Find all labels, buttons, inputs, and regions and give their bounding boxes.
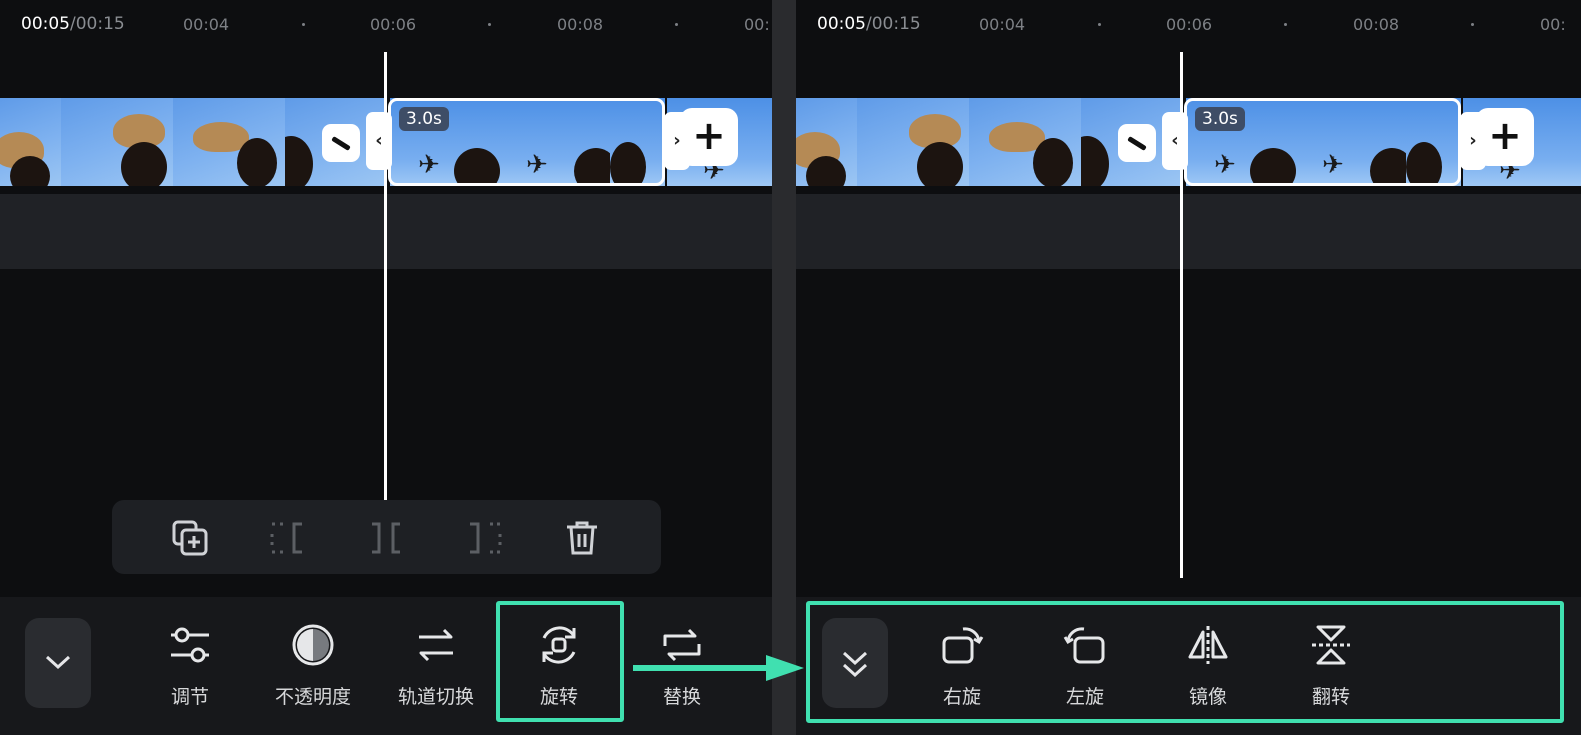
ruler-tick: 00:04 [183, 15, 230, 34]
submenu-highlight-box [806, 601, 1564, 723]
ruler-tick: 00:04 [979, 15, 1026, 34]
ruler-dot [302, 23, 305, 26]
duplicate-icon[interactable] [170, 518, 210, 558]
split-left-icon[interactable] [268, 518, 308, 558]
split-icon[interactable] [366, 518, 406, 558]
ruler-tick: 00:08 [557, 15, 604, 34]
split-right-icon[interactable] [464, 518, 504, 558]
tool-label: 替换 [662, 686, 701, 708]
right-editor-panel: 00:05/00:15 00:04 00:06 00:08 00: ✈ ✈ ✈ … [796, 0, 1581, 735]
ruler-tick: 00: [744, 15, 770, 34]
selected-clip[interactable]: 3.0s [388, 98, 665, 186]
ruler-tick: 00:06 [370, 15, 417, 34]
collapse-toolbar-button[interactable] [25, 618, 91, 708]
tool-label: 调节 [170, 686, 209, 708]
transition-arrow [633, 655, 804, 681]
clip-duration-badge: 3.0s [399, 107, 449, 131]
playhead[interactable] [384, 52, 387, 500]
audio-track-area[interactable] [796, 194, 1581, 269]
clip-thumbnail [173, 98, 285, 186]
rotate-highlight-box [496, 601, 624, 722]
panel-divider [772, 0, 796, 735]
selected-clip[interactable]: 3.0s [1184, 98, 1461, 186]
tool-adjust[interactable]: 调节 [130, 622, 250, 716]
clip-thumbnail [969, 98, 1081, 186]
adjust-sliders-icon [171, 627, 209, 663]
transition-button[interactable] [322, 124, 360, 162]
tool-label: 不透明度 [274, 686, 351, 708]
opacity-icon [292, 624, 334, 666]
timecode: 00:05/00:15 [817, 14, 921, 34]
timecode-current: 00:05 [21, 14, 70, 34]
ruler-tick: 00: [1540, 15, 1566, 34]
switch-track-icon [419, 628, 453, 662]
ruler-tick: 00:08 [1353, 15, 1400, 34]
timecode-total: /00:15 [866, 14, 921, 34]
ruler-dot [675, 23, 678, 26]
chevron-down-icon [45, 655, 71, 670]
clip-edit-bar [112, 500, 661, 574]
ruler-dot [1471, 23, 1474, 26]
ruler-dot [488, 23, 491, 26]
clip-thumbnail [796, 98, 857, 186]
clip-duration-badge: 3.0s [1195, 107, 1245, 131]
clip-thumbnail [0, 98, 61, 186]
clip-left-trim-handle[interactable]: ‹ [1162, 112, 1188, 170]
timecode-total: /00:15 [70, 14, 125, 34]
add-clip-button[interactable]: + [1476, 108, 1534, 166]
timeline-ruler: 00:05/00:15 00:04 00:06 00:08 00: [796, 0, 1581, 50]
ruler-dot [1098, 23, 1101, 26]
left-editor-panel: 00:05/00:15 00:04 00:06 00:08 00: ✈ ✈ ✈ … [0, 0, 772, 735]
ruler-dot [1284, 23, 1287, 26]
ruler-tick: 00:06 [1166, 15, 1213, 34]
timecode-current: 00:05 [817, 14, 866, 34]
tool-switch-track[interactable]: 轨道切换 [376, 622, 496, 716]
timecode: 00:05/00:15 [21, 14, 125, 34]
clip-thumbnail [857, 98, 969, 186]
clip-left-trim-handle[interactable]: ‹ [366, 112, 392, 170]
add-clip-button[interactable]: + [680, 108, 738, 166]
transition-button[interactable] [1118, 124, 1156, 162]
playhead[interactable] [1180, 52, 1183, 578]
tool-label: 轨道切换 [397, 686, 474, 708]
tool-opacity[interactable]: 不透明度 [253, 622, 373, 716]
clip-thumbnail [61, 98, 173, 186]
timeline-ruler: 00:05/00:15 00:04 00:06 00:08 00: [0, 0, 772, 50]
delete-icon[interactable] [562, 518, 602, 558]
